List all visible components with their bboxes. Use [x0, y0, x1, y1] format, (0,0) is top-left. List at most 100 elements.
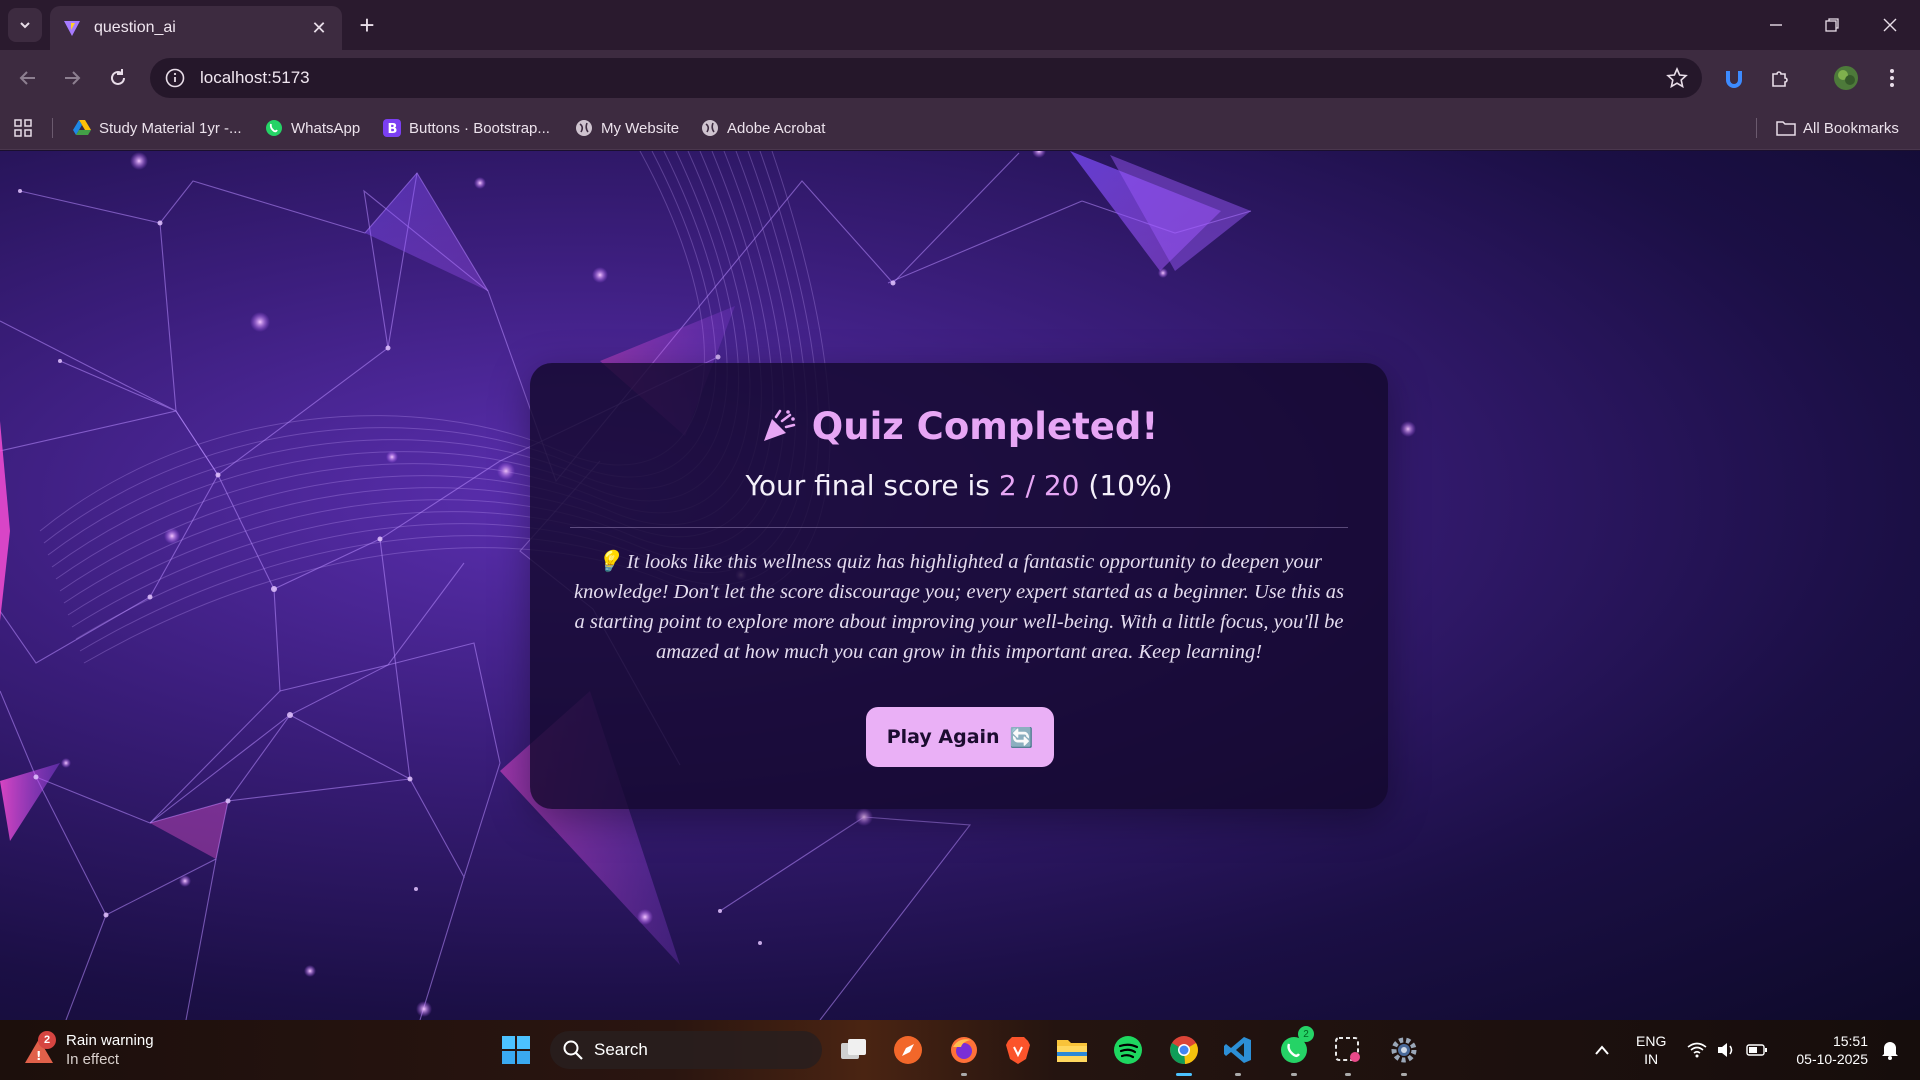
bookmark-study-material[interactable]: Study Material 1yr -... — [72, 116, 242, 140]
system-clock[interactable]: 15:51 05-10-2025 — [1784, 1032, 1868, 1068]
firefox-icon — [951, 1037, 977, 1063]
whatsapp-icon — [264, 118, 284, 138]
language-line1: ENG — [1636, 1033, 1667, 1049]
play-again-button[interactable]: Play Again 🔄 — [866, 707, 1054, 767]
repeat-icon: 🔄 — [1009, 726, 1034, 749]
bookmark-label: Buttons · Bootstrap... — [409, 119, 550, 137]
running-indicator — [1345, 1073, 1351, 1076]
extension-blue-icon[interactable] — [1716, 60, 1752, 96]
bookmark-adobe-acrobat[interactable]: Adobe Acrobat — [700, 116, 825, 140]
taskbar-chrome[interactable] — [1164, 1030, 1204, 1076]
card-divider — [570, 527, 1348, 528]
arrow-left-icon — [19, 71, 35, 85]
brave-icon — [1006, 1037, 1030, 1064]
running-indicator — [1291, 1073, 1297, 1076]
bookmark-star-icon[interactable] — [1666, 67, 1688, 89]
chevron-up-icon — [1595, 1045, 1609, 1055]
language-indicator[interactable]: ENG IN — [1636, 1032, 1666, 1068]
quiz-result-card: Quiz Completed! Your final score is 2 / … — [530, 363, 1388, 809]
tab-close-icon[interactable]: ✕ — [308, 17, 330, 39]
bookmark-my-website[interactable]: My Website — [574, 116, 679, 140]
arrow-right-icon — [65, 71, 81, 85]
extensions-puzzle-icon[interactable] — [1762, 60, 1798, 96]
taskbar-firefox[interactable] — [944, 1030, 984, 1076]
browser-tab[interactable]: question_ai ✕ — [50, 6, 342, 50]
profile-avatar[interactable] — [1828, 60, 1864, 96]
taskbar-app-orange[interactable] — [888, 1030, 928, 1070]
browser-menu-icon[interactable] — [1874, 60, 1910, 96]
weather-subtitle: In effect — [66, 1051, 120, 1068]
score-prefix: Your final score is — [745, 469, 990, 502]
reload-icon — [111, 69, 125, 85]
taskbar-snipping-tool[interactable] — [1328, 1030, 1368, 1076]
globe-icon — [574, 118, 594, 138]
settings-gear-icon — [1391, 1037, 1417, 1063]
address-bar[interactable]: localhost:5173 — [150, 58, 1702, 98]
forward-button[interactable] — [54, 60, 90, 96]
spotify-icon — [1114, 1036, 1142, 1064]
running-indicator — [961, 1073, 967, 1076]
taskbar-file-explorer[interactable] — [1052, 1030, 1092, 1070]
bookmark-label: WhatsApp — [291, 119, 361, 137]
bookmark-whatsapp[interactable]: WhatsApp — [264, 116, 360, 140]
start-button[interactable] — [496, 1030, 536, 1070]
taskbar-search[interactable]: Search — [550, 1031, 822, 1069]
taskbar-vscode[interactable] — [1218, 1030, 1258, 1076]
folder-icon — [1776, 118, 1796, 138]
taskbar-brave[interactable] — [998, 1030, 1038, 1070]
restore-button[interactable] — [1804, 0, 1860, 50]
party-popper-icon — [763, 409, 796, 441]
chevron-down-icon — [20, 22, 30, 29]
bookmark-label: Study Material 1yr -... — [99, 119, 242, 137]
windows-taskbar: ! 2 Rain warning In effect Search 2 ENG … — [0, 1020, 1920, 1080]
windows-logo-icon — [502, 1036, 530, 1064]
back-button[interactable] — [10, 60, 46, 96]
whatsapp-badge: 2 — [1298, 1026, 1314, 1042]
running-indicator — [1235, 1073, 1241, 1076]
close-icon — [1883, 18, 1897, 32]
site-info-icon[interactable] — [164, 67, 186, 89]
result-heading: Quiz Completed! — [530, 405, 1388, 448]
svg-text:B: B — [388, 122, 398, 137]
weather-badge: 2 — [38, 1031, 56, 1049]
wifi-icon[interactable] — [1682, 1020, 1712, 1080]
taskbar-spotify[interactable] — [1108, 1030, 1148, 1070]
weather-title: Rain warning — [66, 1032, 154, 1049]
taskbar-settings[interactable] — [1384, 1030, 1424, 1076]
battery-icon[interactable] — [1742, 1020, 1772, 1080]
minimize-button[interactable] — [1748, 0, 1804, 50]
task-view-icon — [841, 1039, 866, 1059]
task-view-button[interactable] — [834, 1030, 874, 1070]
bookmark-separator — [52, 118, 53, 138]
bookmark-bootstrap[interactable]: B Buttons · Bootstrap... — [382, 116, 550, 140]
volume-icon[interactable] — [1712, 1020, 1740, 1080]
compass-app-icon — [894, 1036, 922, 1064]
folder-icon — [1057, 1040, 1087, 1062]
svg-text:!: ! — [36, 1049, 41, 1063]
score-line: Your final score is 2 / 20 (10%) — [530, 469, 1388, 502]
snipping-tool-icon — [1335, 1037, 1360, 1062]
search-icon — [563, 1040, 583, 1060]
bookmark-label: My Website — [601, 119, 680, 137]
clock-date: 05-10-2025 — [1796, 1051, 1868, 1067]
notification-bell-icon[interactable] — [1874, 1020, 1906, 1080]
active-indicator — [1176, 1073, 1192, 1076]
url-text[interactable]: localhost:5173 — [200, 68, 1666, 88]
language-line2: IN — [1644, 1051, 1659, 1067]
reload-button[interactable] — [100, 60, 136, 96]
globe-icon — [700, 118, 720, 138]
tab-search-button[interactable] — [8, 8, 42, 42]
new-tab-button[interactable]: + — [352, 10, 382, 40]
weather-widget[interactable]: ! 2 Rain warning In effect — [22, 1028, 154, 1072]
all-bookmarks-label: All Bookmarks — [1803, 119, 1899, 137]
google-drive-icon — [72, 118, 92, 138]
bookmarks-bar: Study Material 1yr -... WhatsApp B Butto… — [0, 106, 1920, 150]
apps-grid-button[interactable] — [14, 116, 32, 140]
taskbar-whatsapp[interactable]: 2 — [1274, 1026, 1314, 1076]
result-title: Quiz Completed! — [811, 405, 1159, 448]
running-indicator — [1401, 1073, 1407, 1076]
show-hidden-icons-button[interactable] — [1584, 1020, 1620, 1080]
clock-time: 15:51 — [1832, 1033, 1868, 1049]
all-bookmarks-button[interactable]: All Bookmarks — [1776, 116, 1899, 140]
close-window-button[interactable] — [1862, 0, 1918, 50]
